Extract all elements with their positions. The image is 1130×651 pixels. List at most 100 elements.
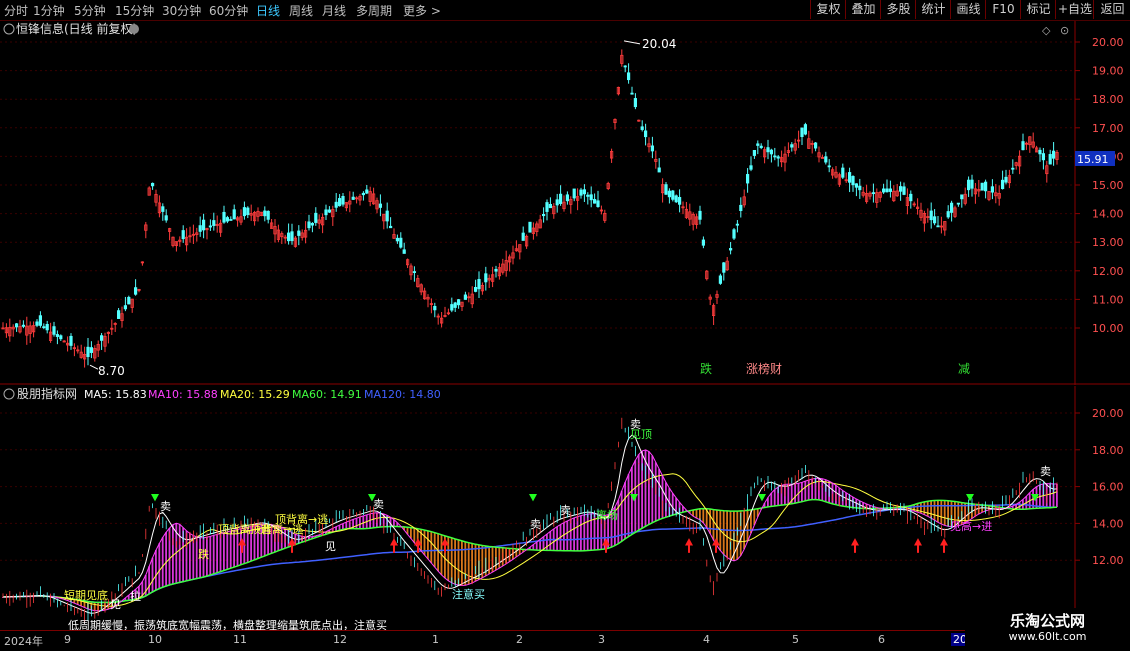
indicator-bar: [437, 533, 439, 572]
price-axis-label: 10.00: [1092, 322, 1124, 335]
draw-line-button[interactable]: 画线: [950, 0, 986, 19]
chevron-right-icon: >: [427, 4, 441, 18]
indicator-axis-label: 18.00: [1092, 444, 1124, 457]
tab-more-label: 更多: [403, 4, 428, 18]
signal-label: 短期见底: [64, 588, 108, 602]
mark-button[interactable]: 标记: [1020, 0, 1056, 19]
indicator-bar: [569, 519, 572, 551]
price-axis-label: 14.00: [1092, 208, 1124, 221]
signal-label: 见顶: [630, 428, 652, 441]
tab-weekly[interactable]: 周线: [289, 2, 313, 19]
indicator-bar: [651, 455, 654, 523]
settings-icon[interactable]: ⊙: [1060, 24, 1069, 37]
indicator-bar: [226, 531, 229, 570]
add-watchlist-button[interactable]: +自选: [1055, 0, 1094, 19]
diamond-icon[interactable]: ◇: [1042, 24, 1051, 37]
indicator-bar: [212, 535, 215, 574]
indicator-bar: [359, 516, 361, 529]
candle: [637, 119, 641, 122]
indicator-bar: [933, 500, 936, 521]
indicator-bar: [430, 531, 433, 564]
indicator-bar: [576, 516, 579, 551]
indicator-bar: [427, 530, 429, 560]
price-axis-label: 18.00: [1092, 93, 1124, 106]
chevron-down-icon[interactable]: [129, 24, 139, 34]
time-label: 4: [703, 633, 710, 646]
indicator-bar: [801, 482, 803, 502]
indicator-bar: [940, 500, 943, 525]
indicator-bar: [573, 517, 575, 551]
indicator-bar: [454, 538, 456, 585]
tab-daily[interactable]: 日线: [256, 2, 280, 19]
indicator-axis-label: 16.00: [1092, 481, 1124, 494]
signal-label: 卖: [1040, 465, 1051, 478]
indicator-bar: [148, 566, 150, 594]
time-label: 5: [792, 633, 799, 646]
indicator-bar: [178, 524, 181, 583]
indicator-bar: [943, 500, 946, 526]
candle: [171, 236, 175, 248]
tab-15min[interactable]: 15分钟: [115, 2, 154, 19]
candle: [528, 221, 532, 233]
tab-fenshi[interactable]: 分时: [4, 2, 28, 19]
tab-multi-period[interactable]: 多周期: [356, 2, 392, 19]
time-label: 3: [598, 633, 605, 646]
indicator-bar: [726, 510, 728, 558]
indicator-bar: [695, 509, 698, 519]
indicator-bar: [161, 537, 164, 588]
candle: [259, 211, 264, 217]
price-chart[interactable]: 20.0019.0018.0017.0016.0015.0014.0013.00…: [0, 21, 1130, 385]
watermark: 乐淘公式网 www.60lt.com: [965, 608, 1130, 650]
tab-60min[interactable]: 60分钟: [209, 2, 248, 19]
back-button[interactable]: 返回: [1093, 0, 1130, 19]
price-axis-label: 11.00: [1092, 293, 1124, 306]
indicator-bar: [729, 511, 732, 560]
tab-more[interactable]: 更多 >: [403, 2, 441, 19]
price-axis-label: 19.00: [1092, 65, 1124, 78]
f10-button[interactable]: F10: [985, 0, 1021, 19]
price-panel-title: 恒锋信息(日线 前复权): [16, 21, 137, 36]
signal-label: 卖: [560, 504, 571, 517]
signal-label: 见: [325, 540, 336, 553]
low-price-label: 8.70: [98, 364, 125, 378]
tab-30min[interactable]: 30分钟: [162, 2, 201, 19]
event-tag: 涨榜财: [746, 361, 782, 376]
candle: [987, 191, 991, 202]
indicator-bar: [580, 515, 582, 551]
tab-1min[interactable]: 1分钟: [33, 2, 65, 19]
indicator-bar: [219, 533, 222, 572]
indicator-bar: [648, 451, 650, 525]
current-price-label: 15.91: [1077, 153, 1109, 166]
overlay-button[interactable]: 叠加: [845, 0, 881, 19]
tab-5min[interactable]: 5分钟: [74, 2, 106, 19]
indicator-bar: [773, 489, 776, 506]
candle: [293, 235, 298, 248]
indicator-axis-label: 14.00: [1092, 517, 1124, 530]
indicator-chart[interactable]: 20.0018.0016.0014.0012.00 卖卖卖卖卖卖顶背离→逃顶背离…: [0, 386, 1130, 630]
indicator-bar: [345, 522, 348, 529]
candle: [705, 270, 709, 281]
price-axis-label: 17.00: [1092, 122, 1124, 135]
tab-monthly[interactable]: 月线: [322, 2, 346, 19]
ma10-label: MA10: 15.88: [148, 388, 218, 401]
candle: [953, 205, 957, 218]
multi-stock-button[interactable]: 多股: [880, 0, 916, 19]
price-axis-label: 12.00: [1092, 265, 1124, 278]
indicator-bar: [158, 543, 161, 589]
indicator-bar: [665, 482, 667, 518]
indicator-axis-label: 12.00: [1092, 554, 1124, 567]
indicator-bar: [461, 540, 463, 586]
indicator-bar: [627, 474, 630, 537]
event-tag: 减: [958, 362, 970, 376]
indicator-bar: [583, 514, 586, 551]
indicator-bar: [702, 508, 705, 523]
indicator-bar: [549, 531, 552, 551]
indicator-bar: [787, 484, 790, 505]
candle: [147, 186, 151, 196]
candle: [732, 228, 736, 241]
restore-rights-button[interactable]: 复权: [810, 0, 846, 19]
time-label: 1: [432, 633, 439, 646]
signal-label: 跌: [198, 547, 209, 561]
indicator-bar: [709, 509, 711, 534]
statistics-button[interactable]: 统计: [915, 0, 951, 19]
